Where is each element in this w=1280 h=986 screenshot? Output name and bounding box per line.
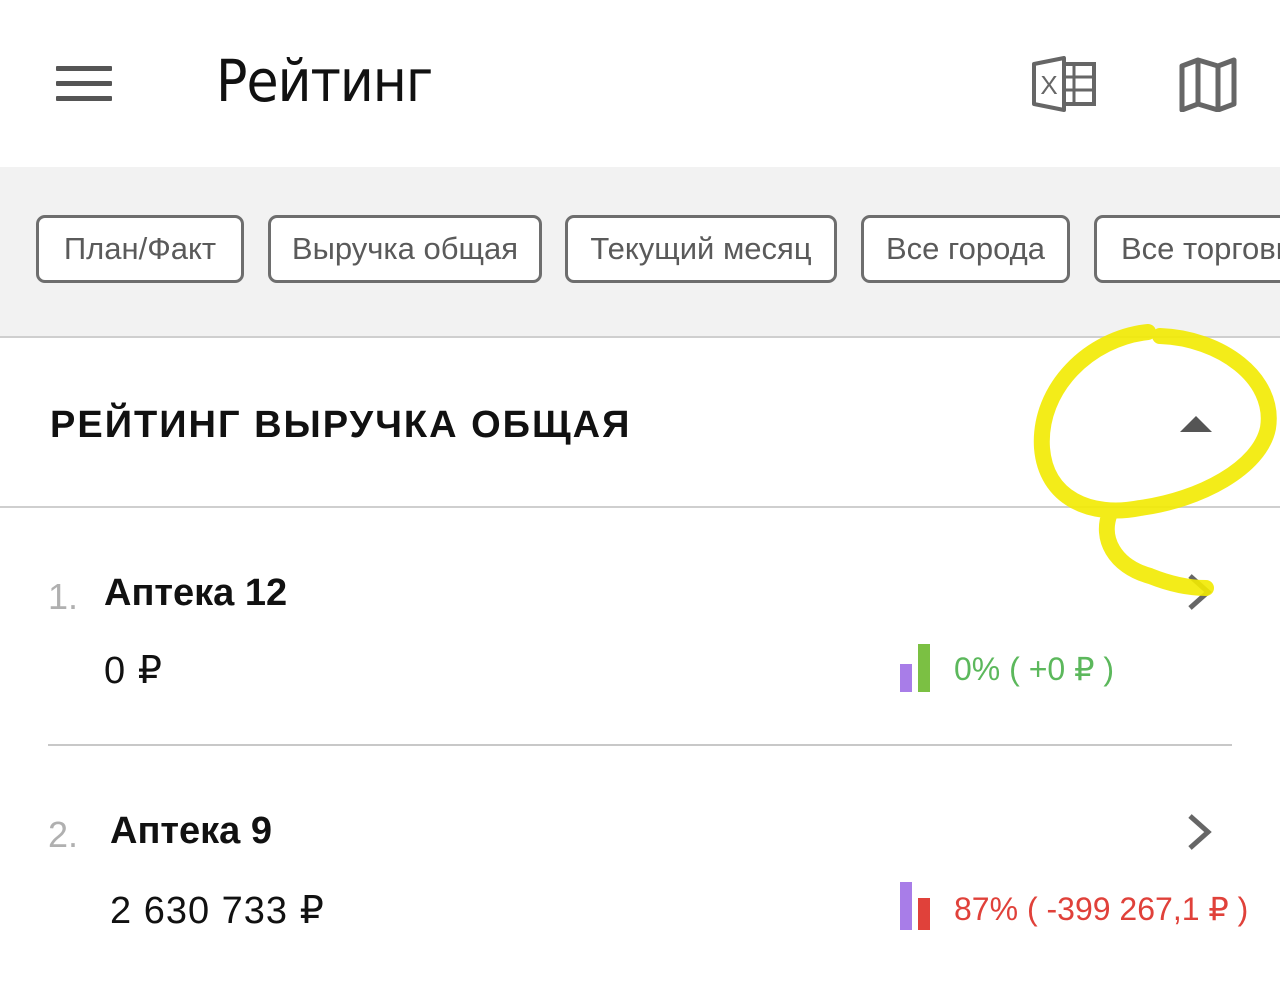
rank-number: 1. (48, 576, 79, 617)
hamburger-menu-icon[interactable] (56, 62, 112, 106)
pharmacy-name: Аптека 9 (110, 810, 272, 852)
divider (48, 744, 1232, 746)
section-title: РЕЙТИНГ ВЫРУЧКА ОБЩАЯ (50, 404, 632, 446)
map-icon[interactable] (1178, 56, 1238, 113)
rank-number: 2. (48, 814, 79, 855)
caret-up-icon[interactable] (1170, 404, 1222, 444)
filter-chip-revenue[interactable]: Выручка общая (268, 215, 542, 283)
revenue-amount: 2 630 733 ₽ (110, 890, 325, 932)
filter-bar: План/Факт Выручка общая Текущий месяц Вс… (0, 167, 1280, 338)
filter-chip-outlets[interactable]: Все торговы (1094, 215, 1280, 283)
page-title: Рейтинг (216, 47, 433, 115)
app-bar: Рейтинг X (0, 0, 1280, 167)
list-item[interactable]: 2. Аптека 9 2 630 733 ₽ 87% ( -399 267,1… (0, 748, 1280, 986)
plan-fact-bars-icon (898, 644, 934, 692)
excel-letter: X (1040, 70, 1057, 100)
plan-fact-bars-icon (898, 882, 934, 930)
revenue-amount: 0 ₽ (104, 650, 163, 692)
excel-export-icon[interactable]: X (1030, 56, 1098, 112)
section-header: РЕЙТИНГ ВЫРУЧКА ОБЩАЯ (0, 338, 1280, 508)
plan-delta: 87% ( -399 267,1 ₽ ) (954, 891, 1249, 927)
filter-chip-plan-fact[interactable]: План/Факт (36, 215, 244, 283)
chevron-right-icon (1180, 570, 1220, 614)
list-item[interactable]: 1. Аптека 12 0 ₽ 0% ( +0 ₽ ) (0, 508, 1280, 746)
filter-chip-period[interactable]: Текущий месяц (565, 215, 837, 283)
plan-delta: 0% ( +0 ₽ ) (954, 651, 1114, 687)
filter-chip-city[interactable]: Все города (861, 215, 1070, 283)
chevron-right-icon (1180, 810, 1220, 854)
pharmacy-name: Аптека 12 (104, 572, 288, 614)
